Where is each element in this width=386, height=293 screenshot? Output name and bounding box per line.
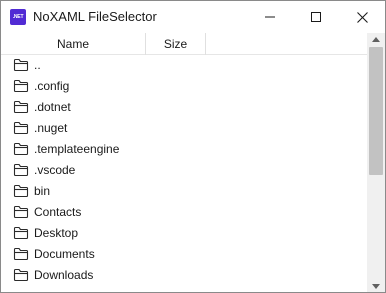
list-item-label: .templateengine (34, 142, 120, 156)
list-item-label: .config (34, 79, 70, 93)
list-item-label: Documents (34, 247, 95, 261)
column-header-name[interactable]: Name (1, 33, 146, 55)
list-item[interactable]: .vscode (1, 160, 367, 181)
close-icon (356, 11, 368, 23)
folder-icon (13, 184, 29, 198)
list-item[interactable]: Documents (1, 244, 367, 265)
folder-icon (13, 205, 29, 219)
folder-icon (13, 100, 29, 114)
list-item[interactable]: Desktop (1, 223, 367, 244)
minimize-button[interactable] (247, 1, 293, 33)
list-item-label: Desktop (34, 226, 79, 240)
list-item[interactable]: Downloads (1, 265, 367, 286)
list-item[interactable]: Contacts (1, 202, 367, 223)
list-item-label: .dotnet (34, 100, 71, 114)
list-item[interactable]: .dotnet (1, 97, 367, 118)
column-header-size[interactable]: Size (146, 33, 206, 55)
list-item[interactable]: .. (1, 55, 367, 76)
close-button[interactable] (339, 1, 385, 33)
folder-icon (13, 58, 29, 72)
folder-icon (13, 163, 29, 177)
folder-icon (13, 142, 29, 156)
window-title: NoXAML FileSelector (33, 9, 157, 24)
scrollbar-thumb[interactable] (369, 47, 383, 175)
list-item[interactable]: .templateengine (1, 139, 367, 160)
folder-icon (13, 121, 29, 135)
file-list[interactable]: .. .config .dotnet .nuget .templateengine .vs… (1, 55, 367, 292)
list-item[interactable]: .config (1, 76, 367, 97)
list-item-label: .nuget (34, 121, 68, 135)
maximize-button[interactable] (293, 1, 339, 33)
list-item-label: bin (34, 184, 51, 198)
folder-icon (13, 268, 29, 282)
folder-icon (13, 79, 29, 93)
dotnet-app-icon: .NET (10, 9, 26, 25)
maximize-icon (311, 12, 321, 22)
list-item-label: Downloads (34, 268, 94, 282)
title-bar[interactable]: .NET NoXAML FileSelector (1, 1, 385, 33)
folder-icon (13, 226, 29, 240)
list-item[interactable]: bin (1, 181, 367, 202)
list-item[interactable]: .nuget (1, 118, 367, 139)
scroll-up-arrow-icon[interactable] (372, 37, 380, 42)
list-item-label: Contacts (34, 205, 82, 219)
file-selector-window: .NET NoXAML FileSelector Name Size .. .co… (0, 0, 386, 293)
vertical-scrollbar[interactable] (367, 33, 385, 292)
folder-icon (13, 247, 29, 261)
minimize-icon (265, 16, 275, 18)
scroll-down-arrow-icon[interactable] (372, 284, 380, 289)
list-item-label: .. (34, 58, 41, 72)
column-header: Name Size (1, 33, 367, 55)
list-item-label: .vscode (34, 163, 76, 177)
